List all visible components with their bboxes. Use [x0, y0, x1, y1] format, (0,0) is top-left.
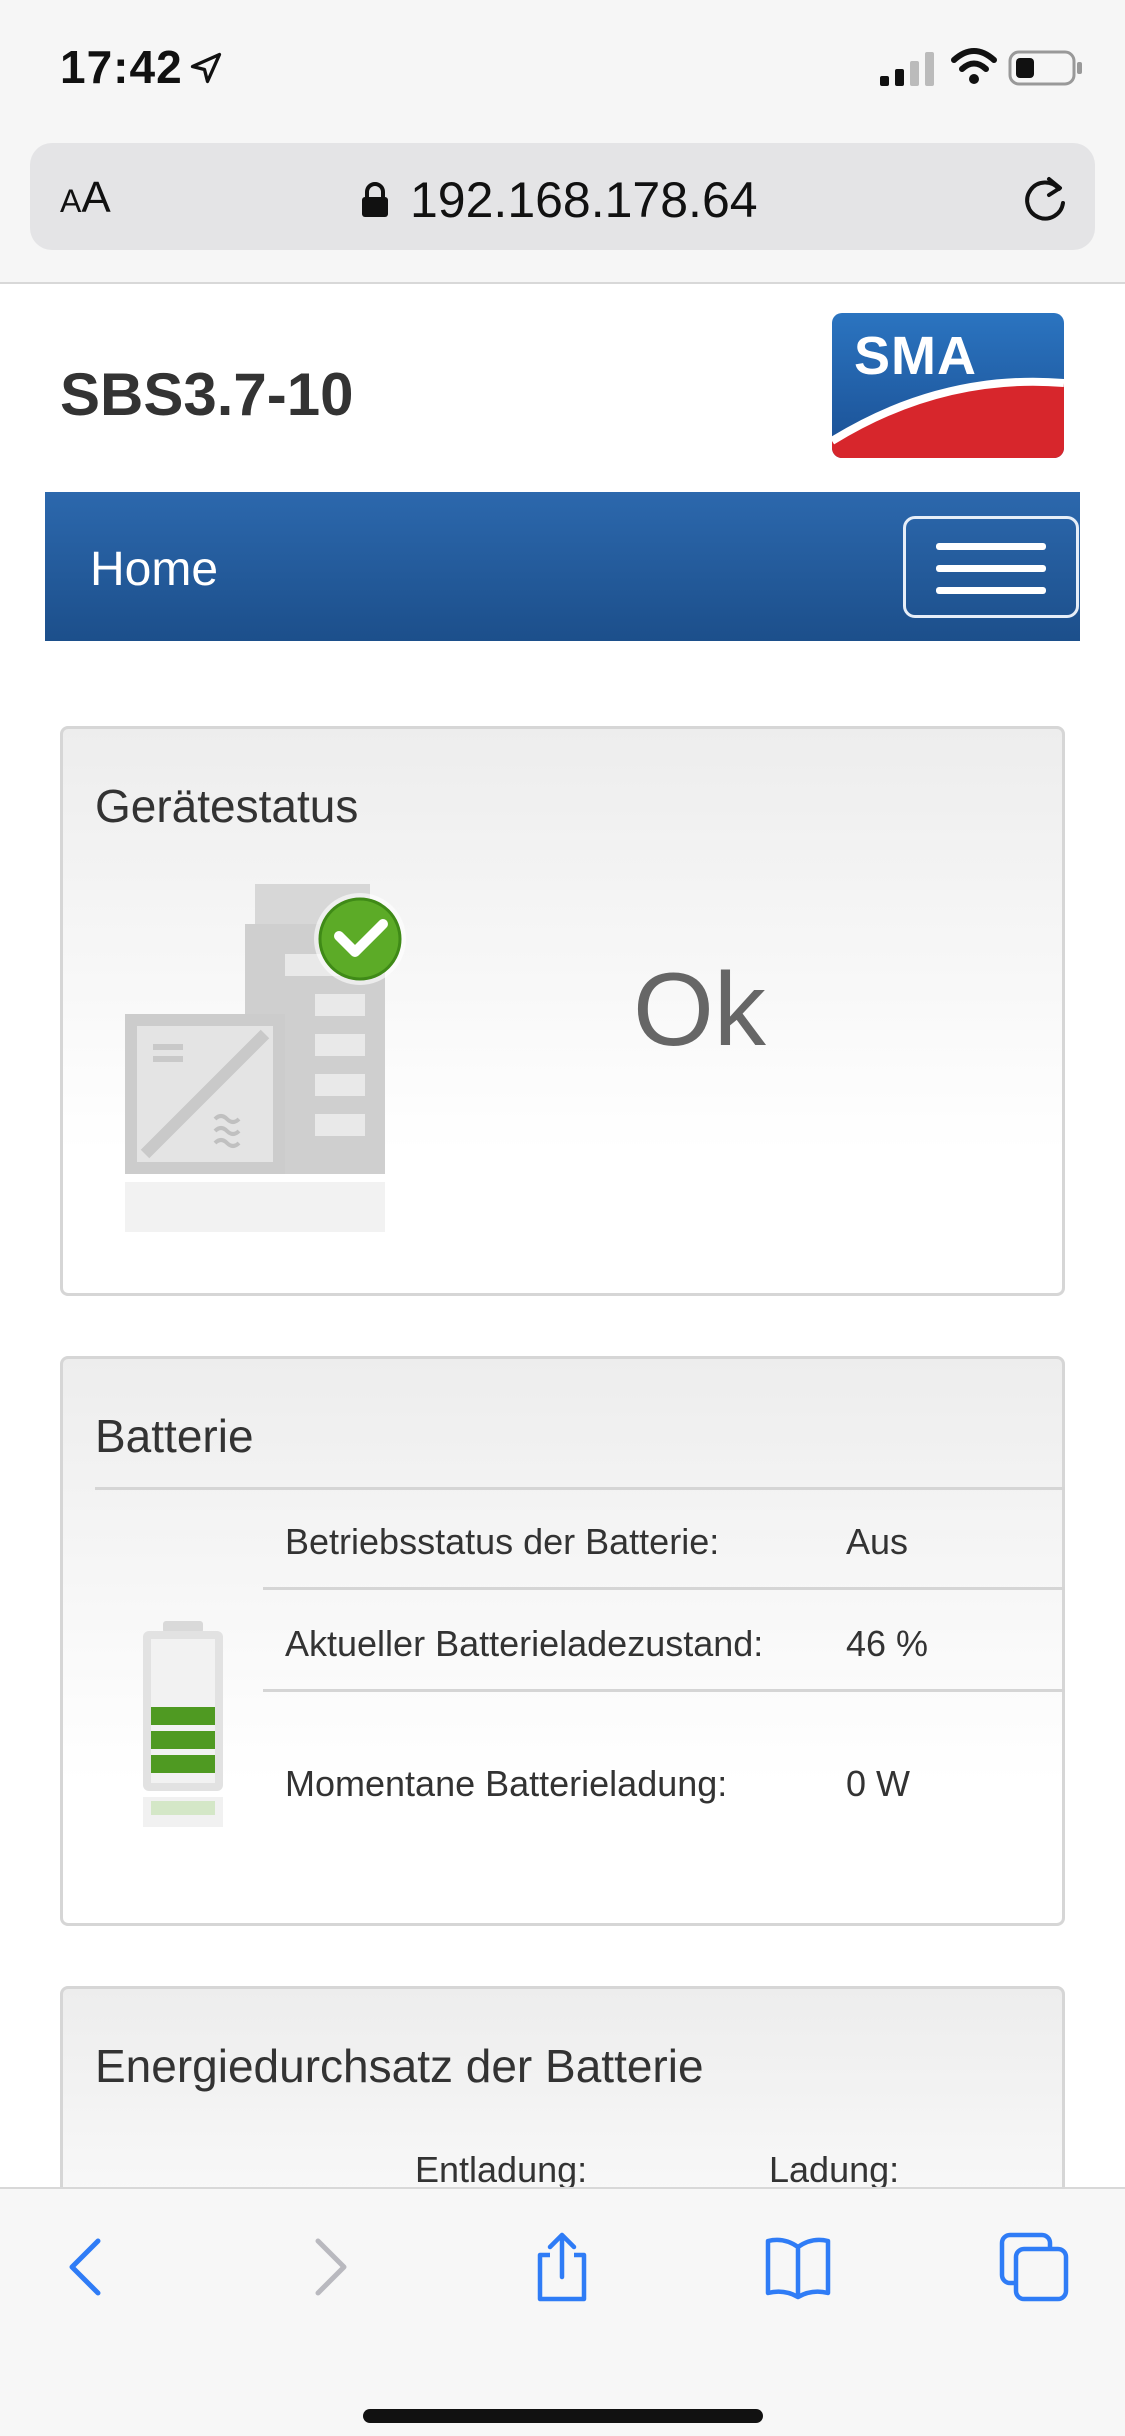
main-navbar: Home — [45, 492, 1080, 641]
home-indicator — [363, 2409, 763, 2423]
hamburger-menu-icon[interactable] — [903, 516, 1079, 618]
chevron-right-icon[interactable] — [290, 2231, 362, 2303]
battery-title: Batterie — [95, 1410, 254, 1462]
device-title: SBS3.7-10 — [60, 361, 354, 428]
chevron-left-icon[interactable] — [54, 2231, 126, 2303]
battery-row-value: 46 % — [846, 1623, 929, 1664]
device-status-value: Ok — [633, 952, 766, 1068]
inverter-device-icon — [125, 884, 406, 1232]
lock-icon — [362, 182, 388, 217]
battery-status-icon — [1008, 50, 1082, 86]
energy-throughput-title: Energiedurchsatz der Batterie — [95, 2040, 704, 2092]
device-status-panel: Gerätestatus Ok — [60, 726, 1065, 1296]
wifi-icon — [951, 48, 997, 84]
charge-column-header: Ladung: — [769, 2149, 900, 2190]
tabs-icon[interactable] — [998, 2231, 1070, 2303]
battery-row-divider — [263, 1587, 1065, 1590]
nav-home-link[interactable]: Home — [90, 542, 218, 597]
battery-level-icon — [143, 1621, 223, 1827]
battery-row-label: Aktueller Batterieladezustand: — [285, 1623, 764, 1664]
browser-address-area: AA 192.168.178.64 — [0, 135, 1125, 284]
reload-icon[interactable] — [1019, 173, 1071, 225]
url-text[interactable]: 192.168.178.64 — [410, 171, 758, 229]
browser-toolbar — [0, 2187, 1125, 2436]
battery-row-divider — [263, 1689, 1065, 1692]
discharge-column-header: Entladung: — [415, 2149, 588, 2190]
battery-row-value: 0 W — [846, 1763, 911, 1804]
status-bar: 17:42 — [0, 0, 1125, 135]
location-arrow-icon — [190, 52, 222, 84]
share-icon[interactable] — [526, 2231, 598, 2303]
battery-row-label: Betriebsstatus der Batterie: — [285, 1521, 720, 1562]
text-size-button[interactable]: AA — [60, 173, 111, 223]
cellular-signal-icon — [880, 52, 934, 86]
battery-row-label: Momentane Batterieladung: — [285, 1763, 728, 1804]
status-time: 17:42 — [60, 41, 183, 93]
sma-logo: SMA — [832, 313, 1064, 458]
book-icon[interactable] — [762, 2231, 834, 2303]
battery-row-value: Aus — [846, 1521, 909, 1562]
logo-text: SMA — [854, 326, 977, 386]
device-status-title: Gerätestatus — [95, 780, 359, 832]
battery-title-divider — [95, 1487, 1065, 1490]
address-bar[interactable]: AA 192.168.178.64 — [30, 143, 1095, 250]
battery-panel: Batterie Betriebsstatus der Batterie: Au… — [60, 1356, 1065, 1926]
